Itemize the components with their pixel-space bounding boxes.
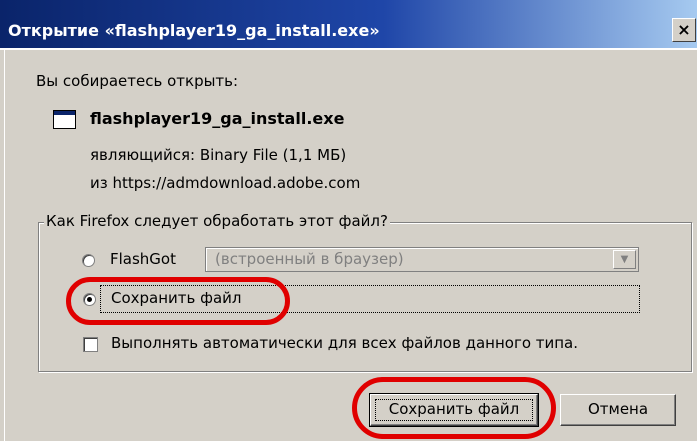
- close-icon: ×: [677, 20, 691, 39]
- auto-action-checkbox[interactable]: [83, 337, 98, 352]
- flashgot-radio[interactable]: [82, 254, 95, 267]
- action-group-legend: Как Firefox следует обработать этот файл…: [44, 212, 390, 230]
- application-window-icon: [53, 110, 76, 129]
- close-button[interactable]: ×: [672, 18, 696, 42]
- window-title: Открытие «flashplayer19_ga_install.exe»: [8, 21, 380, 40]
- file-name: flashplayer19_ga_install.exe: [90, 109, 345, 128]
- prompt-text: Вы собираетесь открыть:: [36, 72, 239, 90]
- highlight-ring-save-option: [66, 277, 290, 325]
- cancel-button-label: Отмена: [587, 400, 649, 418]
- flashgot-label[interactable]: FlashGot: [110, 250, 176, 268]
- flashgot-select-value: (встроенный в браузер): [215, 250, 404, 268]
- file-source: из https://admdownload.adobe.com: [90, 174, 361, 192]
- highlight-ring-save-button: [352, 377, 556, 439]
- cancel-button[interactable]: Отмена: [560, 394, 676, 426]
- auto-action-label[interactable]: Выполнять автоматически для всех файлов …: [111, 334, 578, 352]
- chevron-down-icon: ▼: [613, 250, 636, 269]
- window-frame: [0, 50, 5, 441]
- title-bar[interactable]: Открытие «flashplayer19_ga_install.exe» …: [0, 0, 697, 50]
- file-type: являющийся: Binary File (1,1 МБ): [90, 146, 347, 164]
